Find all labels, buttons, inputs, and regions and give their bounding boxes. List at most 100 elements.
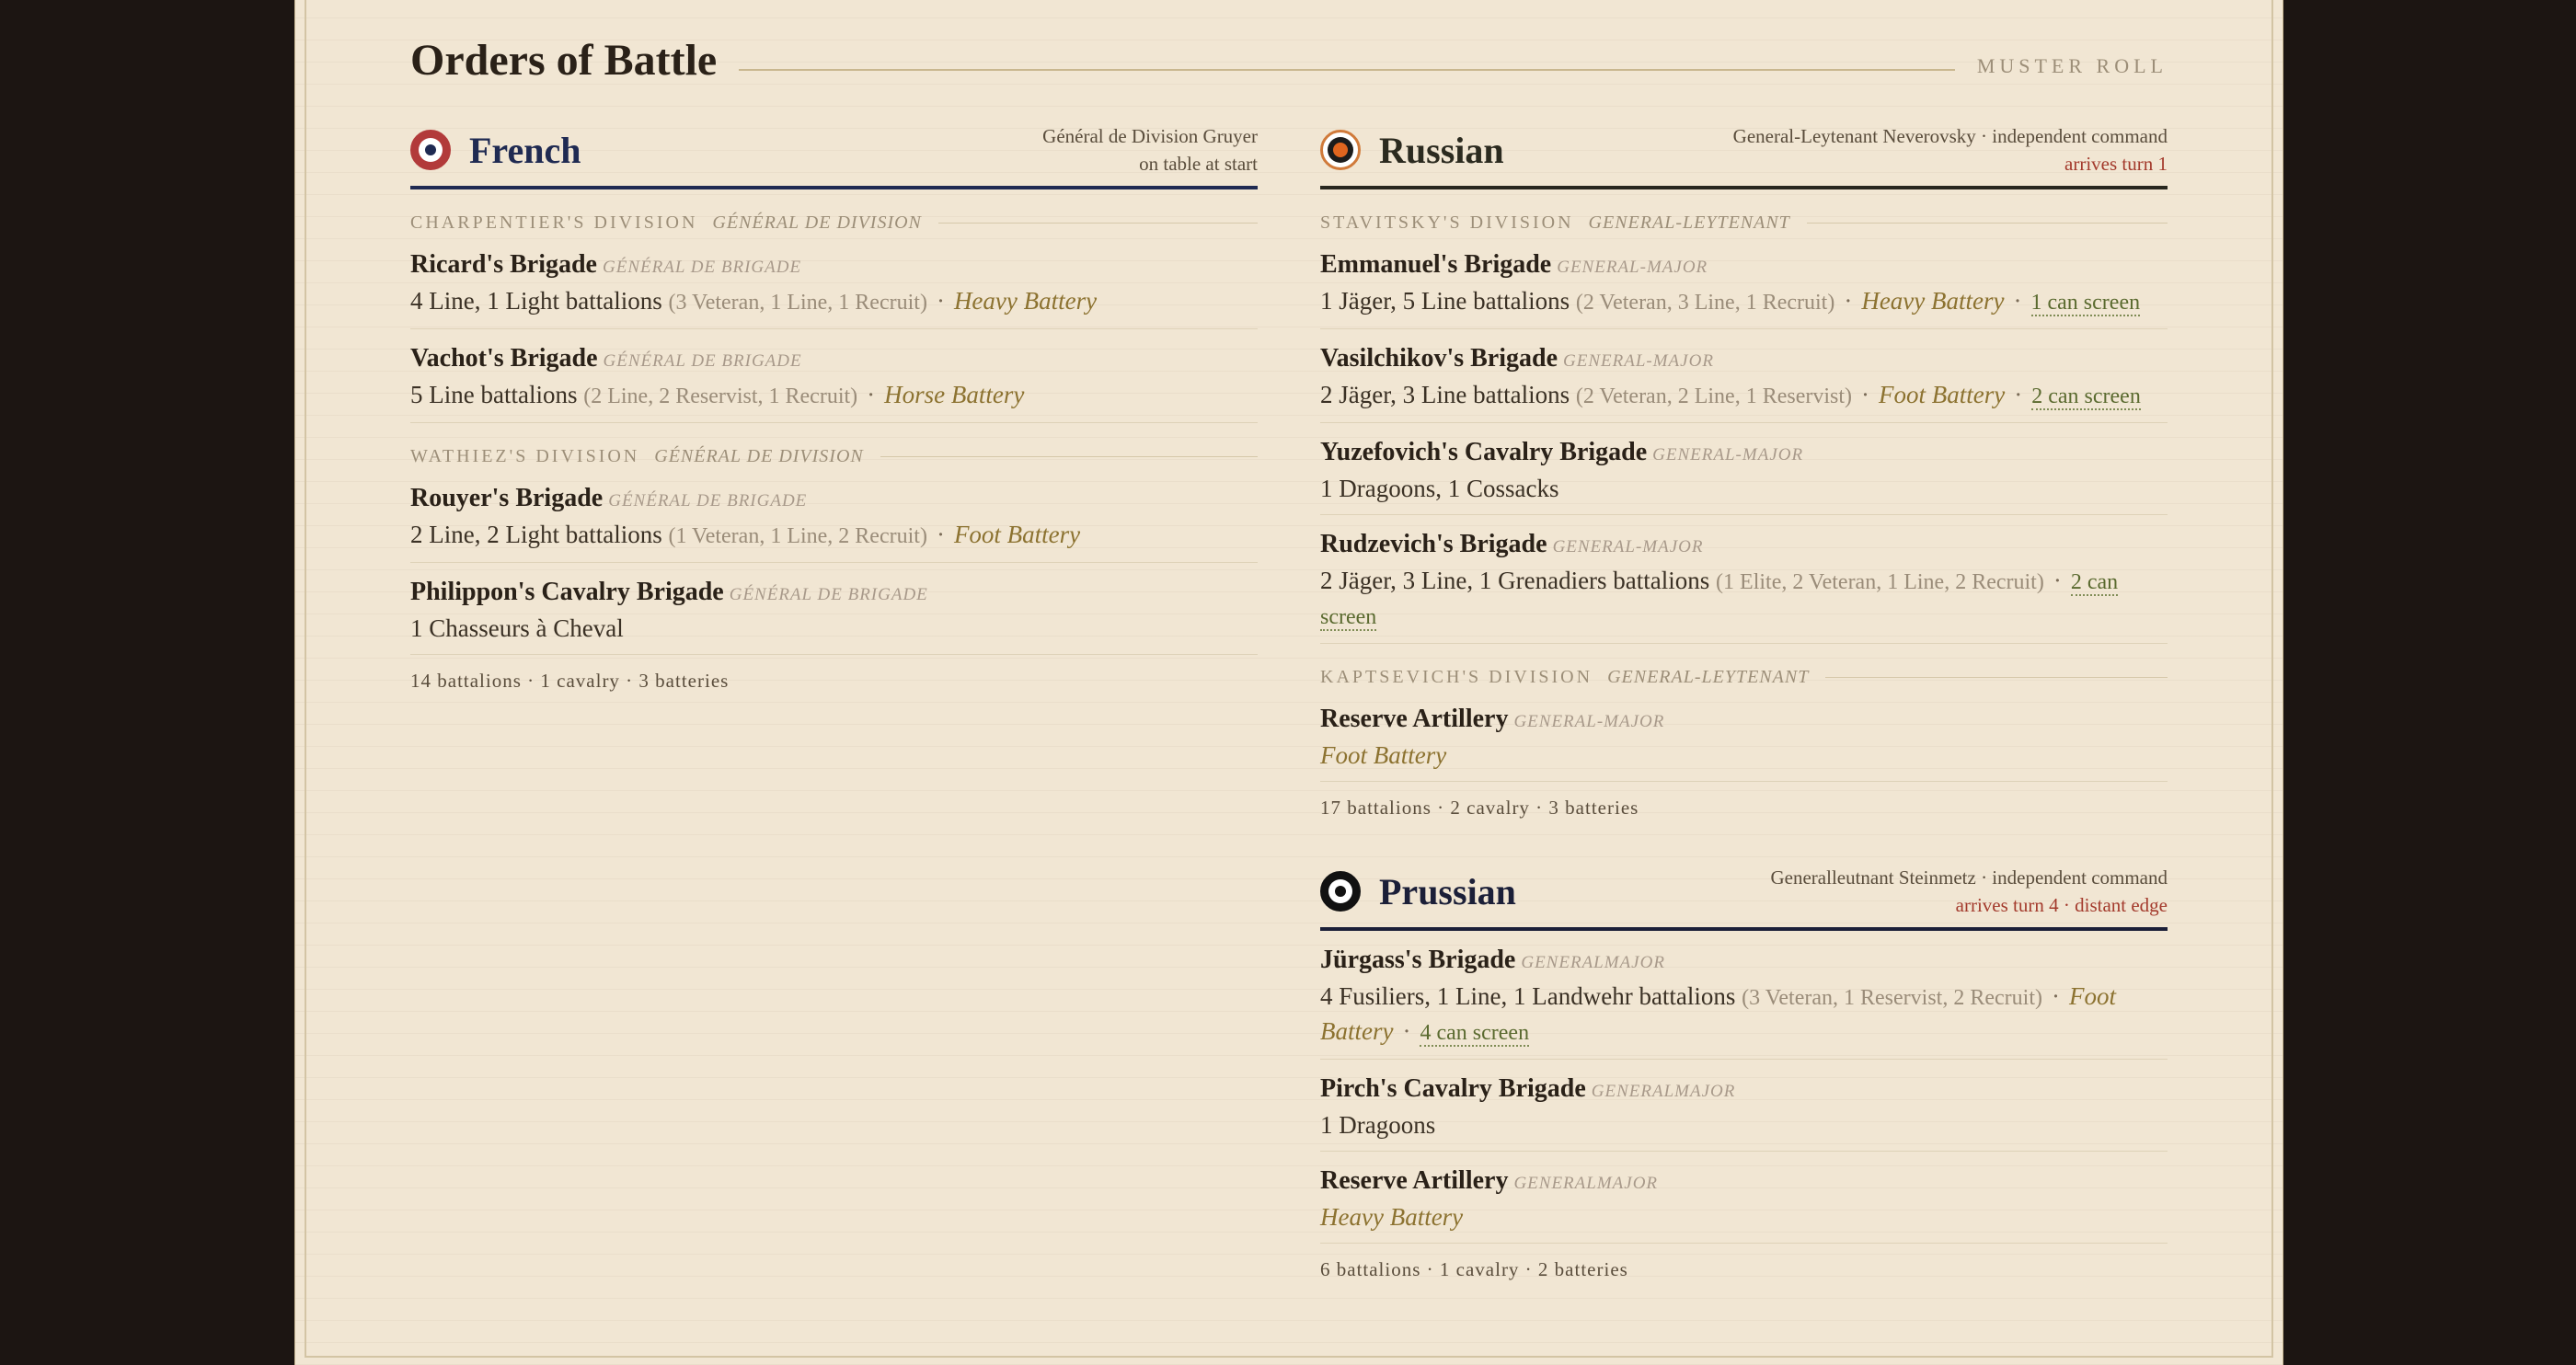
army-commander: Général de Division Gruyer [1042,125,1258,147]
division-name: KAPTSEVICH'S DIVISION [1320,666,1593,687]
brigade-units: 1 Jäger, 5 Line battalions [1320,287,1570,315]
brigade-name: Rudzevich's Brigade [1320,530,1547,558]
brigade-rank: GENERALMAJOR [1513,1174,1659,1193]
brigade-name: Pirch's Cavalry Brigade [1320,1074,1586,1103]
allied-column: Russian General-Leytenant Neverovsky · i… [1320,120,2168,1323]
screen-note: 2 can screen [2031,384,2141,410]
army-arrival: arrives turn 1 [2064,153,2168,175]
brigade-entry: Rouyer's Brigade GÉNÉRAL DE BRIGADE 2 Lin… [410,469,1258,563]
brigade-name: Ricard's Brigade [410,250,597,279]
prussian-roundel-icon [1320,871,1361,912]
army-commander: Generalleutnant Steinmetz · independent … [1770,866,2168,889]
army-prussian: Prussian Generalleutnant Steinmetz · ind… [1320,861,2168,1295]
brigade-rank: GENERALMAJOR [1521,953,1665,972]
brigade-quality: (2 Veteran, 2 Line, 1 Reservist) [1575,384,1852,408]
brigade-quality: (2 Line, 2 Reservist, 1 Recruit) [583,384,858,408]
division-rank: GÉNÉRAL DE DIVISION [654,445,864,466]
brigade-quality: (3 Veteran, 1 Line, 1 Recruit) [668,291,927,315]
brigade-units: 4 Line, 1 Light battalions [410,287,662,315]
division-name: STAVITSKY'S DIVISION [1320,212,1574,233]
battery-label: Heavy Battery [953,287,1098,315]
brigade-entry: Vachot's Brigade GÉNÉRAL DE BRIGADE 5 Lin… [410,329,1258,423]
brigade-entry: Ricard's Brigade GÉNÉRAL DE BRIGADE 4 Lin… [410,235,1258,329]
brigade-units: 2 Jäger, 3 Line, 1 Grenadiers battalions [1320,567,1710,594]
division-rank: GÉNÉRAL DE DIVISION [712,212,922,233]
brigade-rank: GENERAL-MAJOR [1557,258,1708,277]
separator: · [2014,381,2023,408]
brigade-entry: Jürgass's Brigade GENERALMAJOR 4 Fusilier… [1320,931,2168,1060]
separator: · [2013,287,2022,315]
division-rank: GENERAL-LEYTENANT [1588,212,1790,233]
brigade-rank: GENERALMAJOR [1591,1082,1736,1101]
brigade-name: Jürgass's Brigade [1320,946,1516,974]
army-header-prussian: Prussian Generalleutnant Steinmetz · ind… [1320,861,2168,931]
brigade-entry: Reserve Artillery GENERAL-MAJOR Foot Batt… [1320,690,2168,782]
brigade-quality: (3 Veteran, 1 Reservist, 2 Recruit) [1742,986,2042,1010]
division-header: WATHIEZ'S DIVISION GÉNÉRAL DE DIVISION [410,443,1258,469]
battery-label: Foot Battery [1320,741,1447,769]
division-header: KAPTSEVICH'S DIVISION GENERAL-LEYTENANT [1320,664,2168,690]
brigade-name: Emmanuel's Brigade [1320,250,1552,279]
french-roundel-icon [410,130,451,170]
division-header: CHARPENTIER'S DIVISION GÉNÉRAL DE DIVISI… [410,210,1258,235]
brigade-rank: GÉNÉRAL DE BRIGADE [608,491,808,510]
army-totals: 17 battalions · 2 cavalry · 3 batteries [1320,797,1639,819]
brigade-quality: (1 Veteran, 1 Line, 2 Recruit) [668,524,927,548]
brigade-entry: Reserve Artillery GENERALMAJOR Heavy Batt… [1320,1152,2168,1244]
brigade-entry: Philippon's Cavalry Brigade GÉNÉRAL DE BR… [410,563,1258,655]
brigade-entry: Rudzevich's Brigade GENERAL-MAJOR 2 Jäger… [1320,515,2168,644]
page-title: Orders of Battle [410,35,718,85]
army-french: French Général de Division Gruyer on tab… [410,120,1258,706]
brigade-rank: GENERAL-MAJOR [1552,537,1704,556]
brigade-units: 1 Dragoons [1320,1111,1436,1139]
army-name: Prussian [1379,870,1516,912]
separator: · [1844,287,1853,315]
russian-roundel-icon [1320,130,1361,170]
battery-label: Foot Battery [953,521,1081,548]
separator: · [936,521,945,548]
army-name: French [469,129,581,171]
brigade-units: 2 Line, 2 Light battalions [410,521,662,548]
brigade-rank: GÉNÉRAL DE BRIGADE [729,585,928,604]
battery-label: Horse Battery [884,381,1025,408]
army-totals: 14 battalions · 1 cavalry · 3 batteries [410,670,730,692]
army-arrival: arrives turn 4 · distant edge [1955,894,2168,916]
division-name: CHARPENTIER'S DIVISION [410,212,698,233]
separator: · [2053,567,2062,594]
brigade-name: Reserve Artillery [1320,1166,1509,1195]
battery-label: Heavy Battery [1320,1203,1464,1231]
brigade-units: 5 Line battalions [410,381,578,408]
header: Orders of Battle MUSTER ROLL [410,0,2168,120]
division-rule [937,222,1258,224]
brigade-name: Vachot's Brigade [410,344,598,373]
brigade-units: 1 Chasseurs à Cheval [410,614,624,642]
brigade-units: 1 Dragoons, 1 Cossacks [1320,475,1559,502]
muster-sheet: Orders of Battle MUSTER ROLL French Géné… [294,0,2283,1365]
brigade-units: 2 Jäger, 3 Line battalions [1320,381,1570,408]
division-name: WATHIEZ'S DIVISION [410,445,640,466]
battery-label: Foot Battery [1879,381,2006,408]
army-name: Russian [1379,129,1504,171]
brigade-units: 4 Fusiliers, 1 Line, 1 Landwehr battalio… [1320,982,1736,1010]
army-status: on table at start [1139,153,1258,175]
brigade-quality: (2 Veteran, 3 Line, 1 Recruit) [1575,291,1835,315]
battery-label: Heavy Battery [1861,287,2005,315]
brigade-entry: Emmanuel's Brigade GENERAL-MAJOR 1 Jäger,… [1320,235,2168,329]
brigade-entry: Yuzefovich's Cavalry Brigade GENERAL-MAJO… [1320,423,2168,515]
army-russian: Russian General-Leytenant Neverovsky · i… [1320,120,2168,833]
separator: · [1861,381,1869,408]
brigade-quality: (1 Elite, 2 Veteran, 1 Line, 2 Recruit) [1716,570,2044,594]
brigade-name: Philippon's Cavalry Brigade [410,578,724,606]
brigade-name: Rouyer's Brigade [410,484,604,512]
title-rule [739,69,1955,71]
screen-note: 4 can screen [1420,1021,1530,1047]
separator: · [2051,982,2060,1010]
separator: · [936,287,945,315]
brigade-rank: GENERAL-MAJOR [1563,351,1714,371]
screen-note: 1 can screen [2030,291,2141,316]
division-rule [880,455,1258,457]
brigade-name: Reserve Artillery [1320,705,1509,733]
army-header-russian: Russian General-Leytenant Neverovsky · i… [1320,120,2168,189]
brigade-name: Vasilchikov's Brigade [1320,344,1558,373]
brigade-rank: GENERAL-MAJOR [1652,445,1804,465]
